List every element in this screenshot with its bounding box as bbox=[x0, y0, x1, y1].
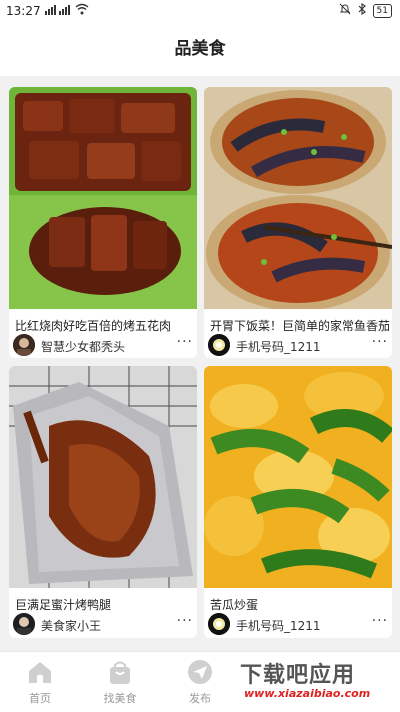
nav-label: 找美食 bbox=[103, 692, 137, 705]
recipe-card[interactable]: 比红烧肉好吃百倍的烤五花肉 智慧少女都秃头 ··· bbox=[9, 87, 197, 358]
recipe-image[interactable] bbox=[9, 87, 197, 309]
avatar[interactable] bbox=[208, 613, 230, 635]
bluetooth-icon bbox=[357, 2, 367, 18]
nav-label: 首页 bbox=[29, 692, 51, 705]
more-icon[interactable]: ··· bbox=[177, 613, 193, 629]
status-bar: 13:27 51 bbox=[0, 0, 400, 22]
author-row: 手机号码_1211 ··· bbox=[208, 613, 390, 637]
status-time: 13:27 bbox=[6, 3, 41, 18]
wifi-icon bbox=[75, 3, 89, 18]
author-name[interactable]: 手机号码_1211 bbox=[236, 617, 321, 634]
more-icon[interactable]: ··· bbox=[177, 334, 193, 350]
author-row: 智慧少女都秃头 ··· bbox=[13, 334, 195, 358]
recipe-title[interactable]: 比红烧肉好吃百倍的烤五花肉 bbox=[15, 317, 195, 334]
watermark-url: www.xiazaibiao.com bbox=[244, 687, 371, 700]
battery-indicator: 51 bbox=[372, 3, 392, 18]
watermark: 下载吧应用 www.xiazaibiao.com bbox=[236, 653, 398, 709]
recipe-card[interactable]: 苦瓜炒蛋 手机号码_1211 ··· bbox=[204, 366, 392, 638]
recipe-card[interactable]: 巨满足蜜汁烤鸭腿 美食家小王 ··· bbox=[9, 366, 197, 638]
more-icon[interactable]: ··· bbox=[372, 613, 388, 629]
author-name[interactable]: 智慧少女都秃头 bbox=[41, 338, 125, 355]
avatar[interactable] bbox=[208, 334, 230, 356]
watermark-title: 下载吧应用 bbox=[240, 663, 356, 688]
recipe-image[interactable] bbox=[9, 366, 197, 588]
author-name[interactable]: 手机号码_1211 bbox=[236, 338, 321, 355]
author-name[interactable]: 美食家小王 bbox=[41, 617, 101, 634]
recipe-image[interactable] bbox=[204, 366, 392, 588]
nav-item-find-food[interactable]: 找美食 bbox=[80, 658, 160, 706]
avatar[interactable] bbox=[13, 613, 35, 635]
avatar[interactable] bbox=[13, 334, 35, 356]
nav-label: 发布 bbox=[189, 692, 211, 705]
author-row: 手机号码_1211 ··· bbox=[208, 334, 390, 358]
nav-item-publish[interactable]: 发布 bbox=[160, 658, 240, 706]
recipe-title[interactable]: 苦瓜炒蛋 bbox=[210, 596, 390, 613]
bag-icon bbox=[106, 658, 134, 686]
home-icon bbox=[26, 658, 54, 686]
recipe-title[interactable]: 巨满足蜜汁烤鸭腿 bbox=[15, 596, 195, 613]
page-title: 品美食 bbox=[0, 22, 400, 76]
nav-item-home[interactable]: 首页 bbox=[0, 658, 80, 706]
recipe-title[interactable]: 开胃下饭菜！巨简单的家常鱼香茄 bbox=[210, 317, 390, 334]
signal-icon bbox=[44, 3, 71, 18]
author-row: 美食家小王 ··· bbox=[13, 613, 195, 637]
bell-off-icon bbox=[339, 3, 351, 18]
recipe-image[interactable] bbox=[204, 87, 392, 309]
send-icon bbox=[186, 658, 214, 686]
recipe-card[interactable]: 开胃下饭菜！巨简单的家常鱼香茄 手机号码_1211 ··· bbox=[204, 87, 392, 358]
more-icon[interactable]: ··· bbox=[372, 334, 388, 350]
